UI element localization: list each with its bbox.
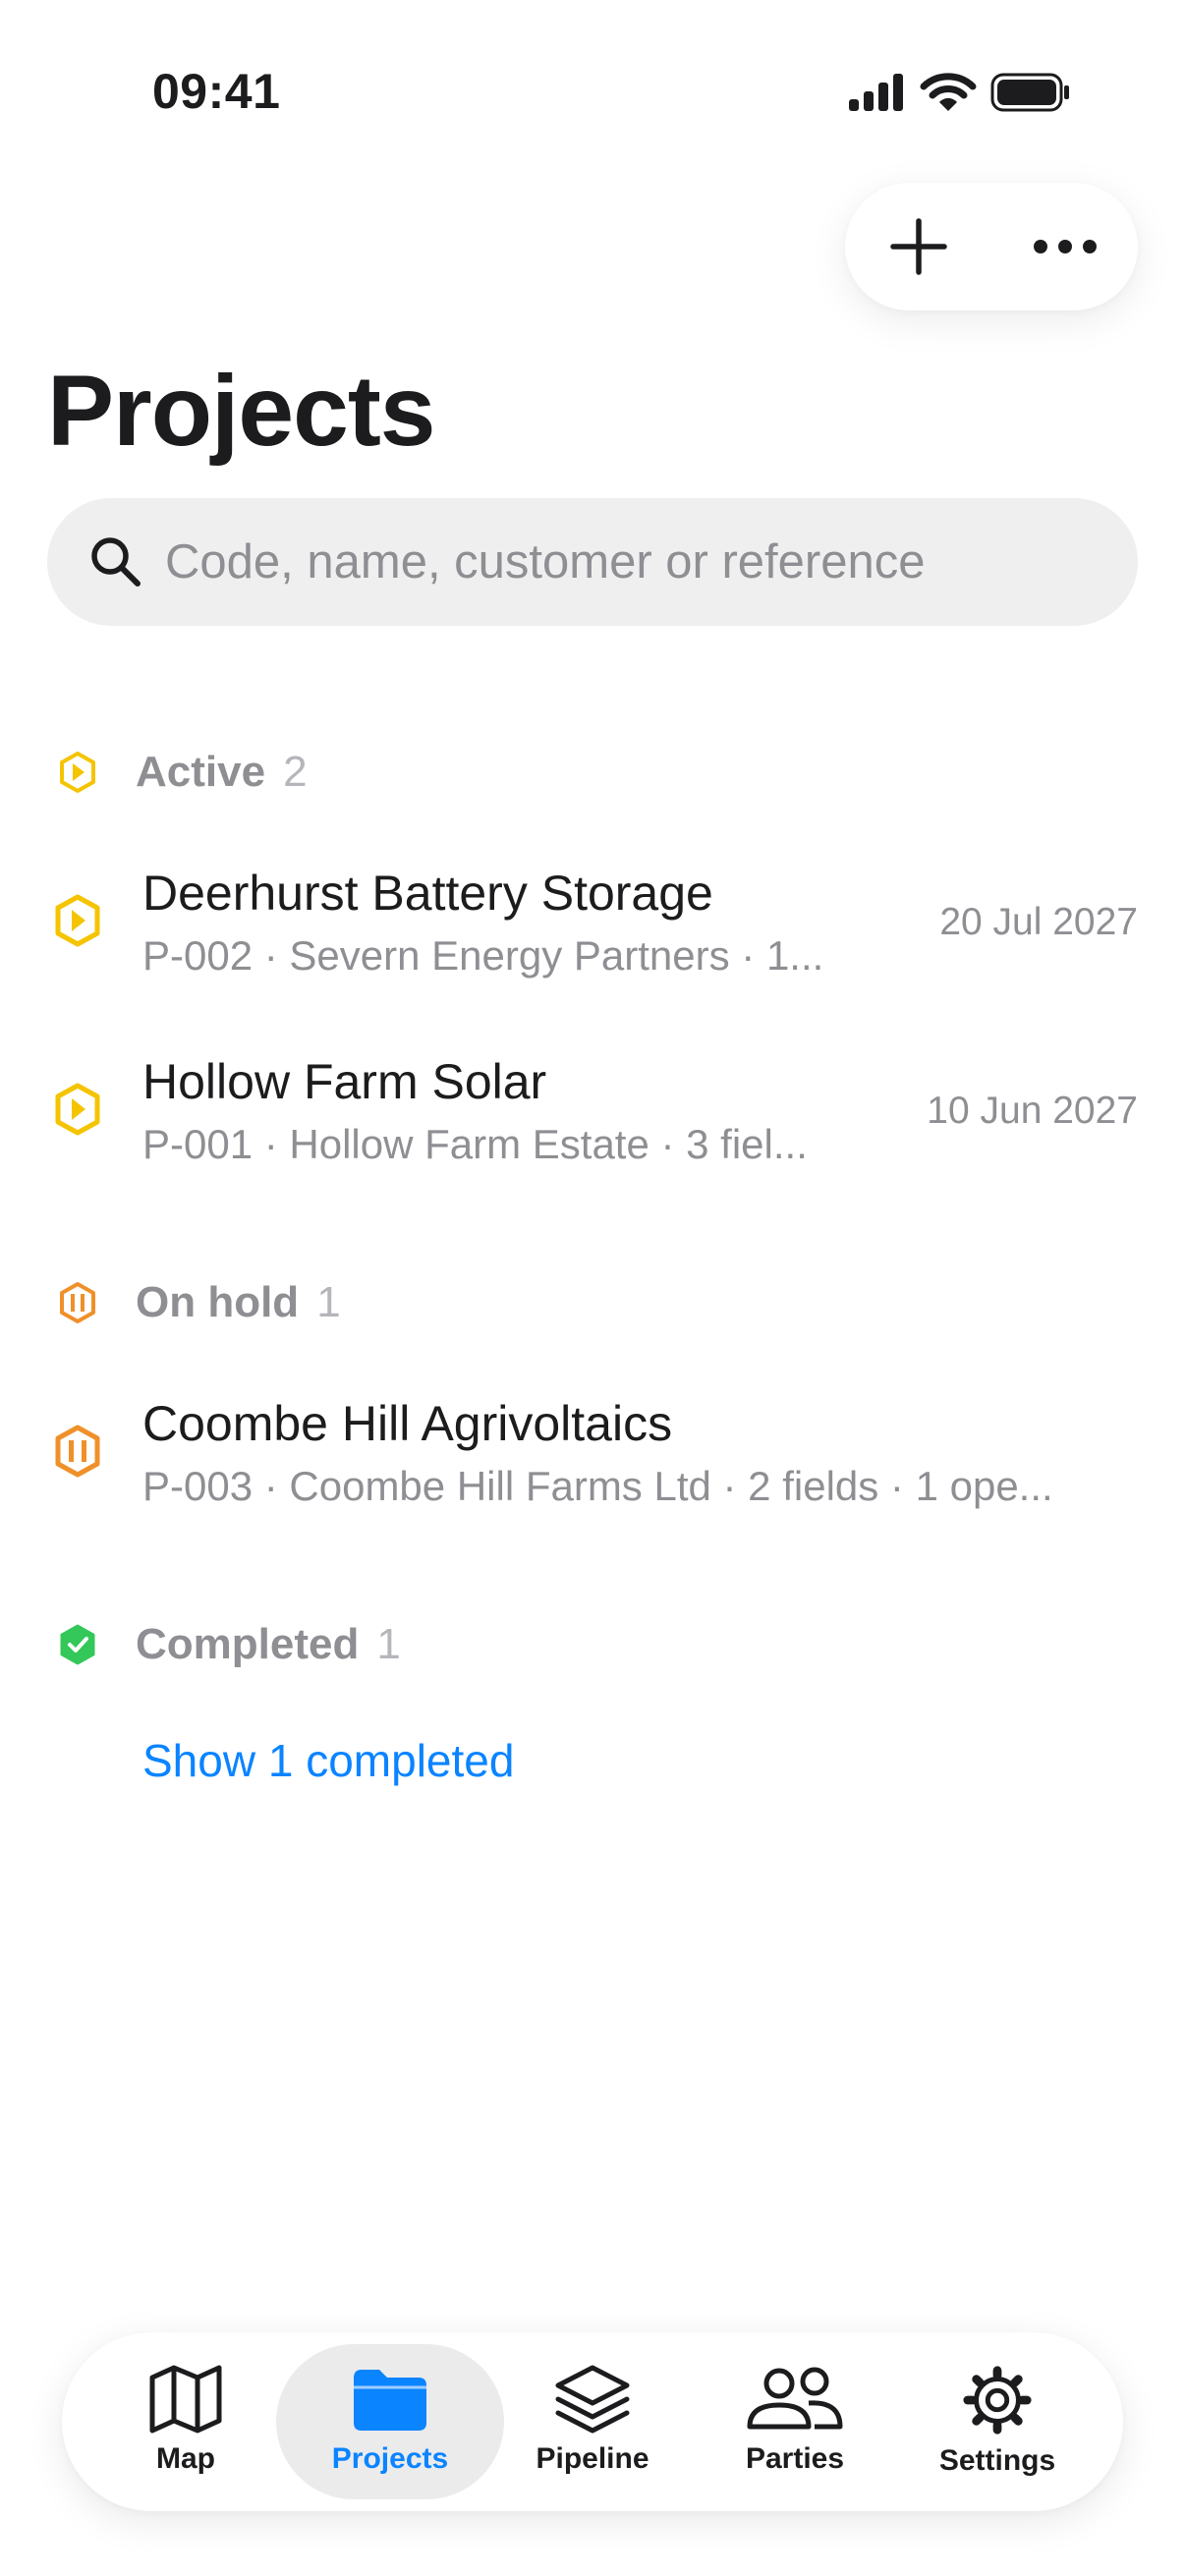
- ellipsis-icon: [1033, 240, 1097, 253]
- tab-bar: Map Projects Pipeline Parties Settings: [62, 2332, 1123, 2511]
- on-hold-status-icon: [47, 1417, 108, 1485]
- status-icons: [847, 73, 1071, 112]
- section-header-active: Active 2: [47, 743, 308, 802]
- cellular-signal-icon: [849, 74, 903, 111]
- active-status-icon: [47, 886, 108, 955]
- project-row[interactable]: Hollow Farm Solar P-001 · Hollow Farm Es…: [47, 1036, 1138, 1183]
- show-completed-link[interactable]: Show 1 completed: [142, 1734, 514, 1787]
- project-title: Deerhurst Battery Storage: [142, 866, 713, 921]
- section-label: Active: [136, 748, 266, 796]
- on-hold-status-icon: [47, 1272, 108, 1333]
- project-subtitle: P-002 · Severn Energy Partners · 1...: [142, 932, 824, 979]
- page-title: Projects: [47, 355, 436, 467]
- layers-icon: [555, 2365, 630, 2434]
- tab-label: Parties: [745, 2442, 845, 2475]
- project-date: 10 Jun 2027: [927, 1090, 1138, 1132]
- section-header-completed: Completed 1: [47, 1615, 401, 1674]
- project-title: Hollow Farm Solar: [142, 1054, 547, 1109]
- tab-label: Projects: [331, 2442, 449, 2475]
- section-count: 1: [316, 1278, 341, 1326]
- search-bar[interactable]: [47, 498, 1138, 626]
- section-header-on-hold: On hold 1: [47, 1273, 341, 1332]
- search-icon: [91, 537, 141, 587]
- project-date: 20 Jul 2027: [939, 901, 1138, 943]
- more-button[interactable]: [991, 183, 1138, 310]
- status-time: 09:41: [152, 64, 281, 119]
- tab-pipeline[interactable]: Pipeline: [479, 2344, 706, 2499]
- project-subtitle: P-001 · Hollow Farm Estate · 3 fiel...: [142, 1121, 808, 1167]
- people-icon: [747, 2367, 843, 2430]
- section-label: Completed: [136, 1620, 360, 1668]
- completed-status-icon: [47, 1614, 108, 1675]
- section-label: On hold: [136, 1278, 300, 1326]
- gear-icon: [963, 2366, 1032, 2435]
- add-button[interactable]: [845, 183, 991, 310]
- tab-parties[interactable]: Parties: [681, 2344, 909, 2499]
- map-icon: [149, 2365, 222, 2434]
- active-status-icon: [47, 1075, 108, 1144]
- wifi-icon: [920, 73, 977, 111]
- plus-icon: [889, 218, 947, 275]
- battery-icon: [990, 73, 1069, 112]
- project-row[interactable]: Coombe Hill Agrivoltaics P-003 · Coombe …: [47, 1377, 1138, 1525]
- tab-projects[interactable]: Projects: [276, 2344, 504, 2499]
- section-count: 1: [376, 1620, 401, 1668]
- project-title: Coombe Hill Agrivoltaics: [142, 1396, 673, 1451]
- project-subtitle: P-003 · Coombe Hill Farms Ltd · 2 fields…: [142, 1463, 1053, 1509]
- search-input[interactable]: [165, 534, 1138, 589]
- top-actions: [845, 183, 1138, 310]
- folder-icon: [354, 2370, 426, 2431]
- project-row[interactable]: Deerhurst Battery Storage P-002 · Severn…: [47, 847, 1138, 994]
- tab-label: Pipeline: [536, 2442, 649, 2475]
- tab-label: Map: [156, 2442, 215, 2475]
- tab-settings[interactable]: Settings: [883, 2344, 1111, 2499]
- tab-label: Settings: [938, 2444, 1056, 2477]
- active-status-icon: [47, 742, 108, 803]
- section-count: 2: [283, 748, 308, 796]
- tab-map[interactable]: Map: [72, 2344, 300, 2499]
